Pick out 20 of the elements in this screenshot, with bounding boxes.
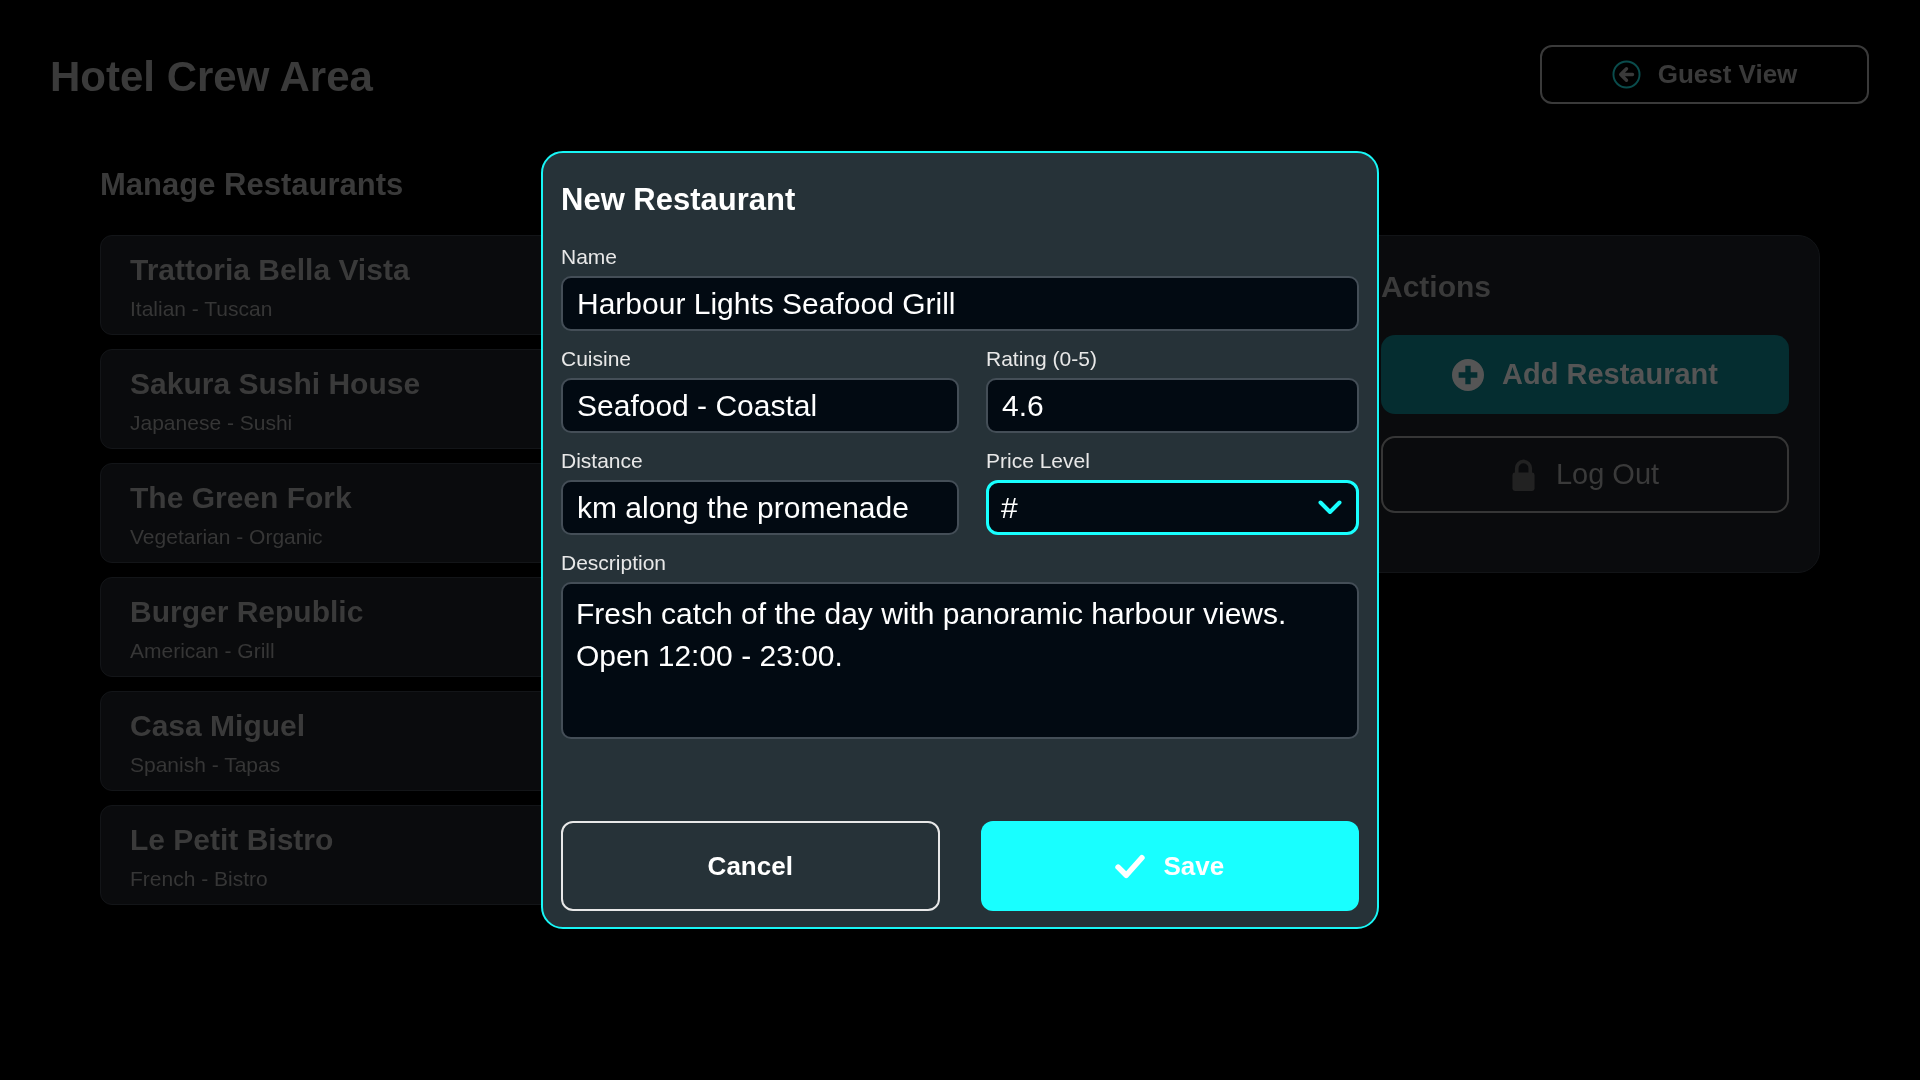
check-icon	[1115, 853, 1146, 879]
lock-icon	[1510, 458, 1536, 491]
cancel-button[interactable]: Cancel	[561, 821, 940, 911]
text-field[interactable]: Seafood - Coastal	[561, 378, 959, 433]
chevron-down-icon	[1318, 500, 1342, 515]
field-label: Price Level	[986, 448, 1090, 474]
page-title: Hotel Crew Area	[50, 52, 373, 102]
field-label: Description	[561, 550, 667, 576]
text-field[interactable]: 4.6	[986, 378, 1359, 433]
text-field[interactable]: Harbour Lights Seafood Grill	[561, 276, 1359, 331]
field-label: Rating (0-5)	[986, 346, 1097, 372]
section-title: Manage Restaurants	[100, 166, 404, 204]
field-label: Distance	[561, 448, 643, 474]
text-area[interactable]: Fresh catch of the day with panoramic harbour views. Open 12:00 - 23:00.	[561, 582, 1359, 739]
text-field[interactable]: km along the promenade	[561, 480, 959, 535]
dropdown-field[interactable]: #	[986, 480, 1359, 535]
field-label: Name	[561, 244, 618, 270]
back-arrow-circle-icon	[1611, 60, 1641, 89]
dialog-title: New Restaurant	[561, 181, 796, 219]
field-label: Cuisine	[561, 346, 632, 372]
